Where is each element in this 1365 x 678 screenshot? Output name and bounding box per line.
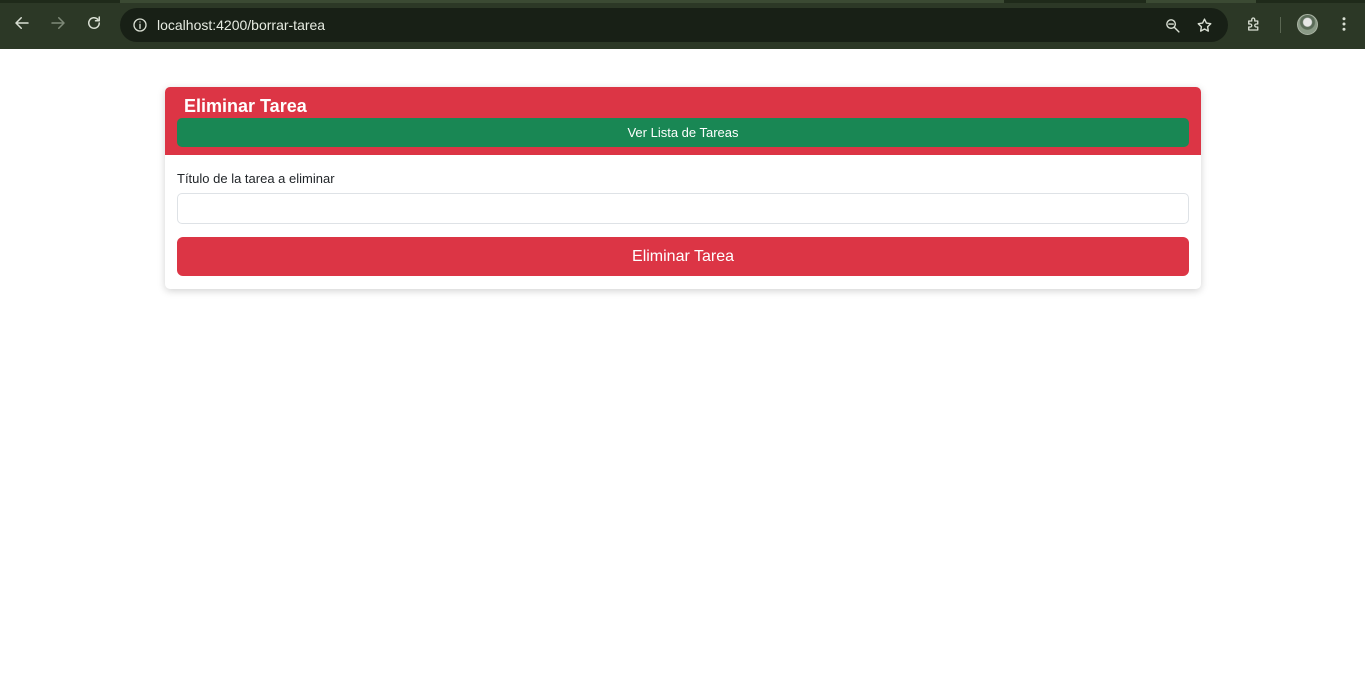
info-icon [133, 18, 147, 32]
site-info-button[interactable] [128, 13, 152, 37]
url-text[interactable]: localhost:4200/borrar-tarea [157, 17, 325, 33]
task-title-input[interactable] [177, 193, 1189, 224]
delete-task-button[interactable]: Eliminar Tarea [177, 237, 1189, 276]
toolbar-divider [1280, 17, 1281, 33]
active-tab-edge [120, 0, 1004, 3]
star-icon [1197, 17, 1211, 32]
forward-button[interactable] [44, 9, 72, 37]
reload-icon [88, 16, 100, 29]
zoom-button[interactable] [1160, 13, 1184, 37]
menu-button[interactable] [1331, 11, 1357, 37]
task-title-label: Título de la tarea a eliminar [177, 171, 335, 186]
forward-arrow-icon [51, 17, 65, 29]
bookmark-button[interactable] [1192, 13, 1216, 37]
extensions-button[interactable] [1241, 11, 1267, 37]
delete-task-card: Eliminar Tarea Ver Lista de Tareas Títul… [165, 87, 1201, 289]
kebab-menu-icon [1342, 17, 1346, 31]
back-button[interactable] [8, 9, 36, 37]
address-bar[interactable]: localhost:4200/borrar-tarea [120, 8, 1228, 42]
reload-button[interactable] [80, 9, 108, 37]
back-arrow-icon [15, 17, 29, 29]
puzzle-icon [1248, 17, 1259, 31]
avatar[interactable] [1297, 14, 1318, 35]
browser-toolbar: localhost:4200/borrar-tarea [0, 0, 1365, 49]
page-title: Eliminar Tarea [184, 96, 307, 116]
view-task-list-button[interactable]: Ver Lista de Tareas [177, 118, 1189, 147]
inactive-tab-edge [1146, 0, 1256, 3]
zoom-icon [1165, 18, 1180, 33]
card-header: Eliminar Tarea Ver Lista de Tareas [165, 87, 1201, 155]
